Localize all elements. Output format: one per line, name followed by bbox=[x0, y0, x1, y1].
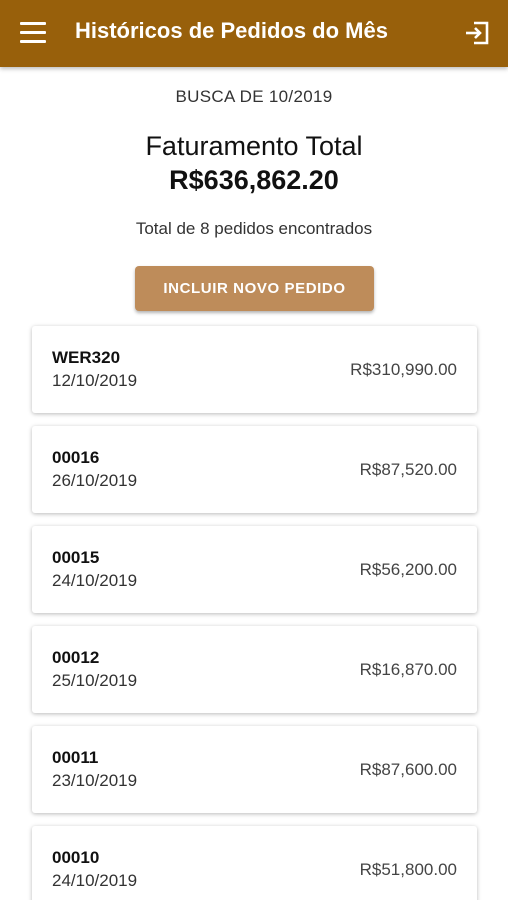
order-amount: R$87,600.00 bbox=[359, 760, 457, 779]
order-card[interactable]: 00010 24/10/2019 R$51,800.00 bbox=[32, 826, 477, 900]
page-title: Históricos de Pedidos do Mês bbox=[75, 18, 388, 43]
order-amount: R$87,520.00 bbox=[359, 460, 457, 479]
order-list: WER320 12/10/2019 R$310,990.00 00016 26/… bbox=[0, 326, 508, 900]
order-date: 12/10/2019 bbox=[52, 371, 138, 390]
order-amount: R$51,800.00 bbox=[359, 860, 457, 879]
order-date: 24/10/2019 bbox=[52, 871, 138, 890]
order-date: 25/10/2019 bbox=[52, 671, 138, 690]
order-amount: R$310,990.00 bbox=[350, 360, 457, 379]
order-code: 00011 bbox=[52, 748, 99, 767]
order-date: 26/10/2019 bbox=[52, 471, 138, 490]
order-code: 00016 bbox=[52, 448, 100, 467]
add-order-button[interactable]: INCLUIR NOVO PEDIDO bbox=[135, 266, 374, 311]
order-card[interactable]: 00011 23/10/2019 R$87,600.00 bbox=[32, 726, 477, 813]
order-amount: R$56,200.00 bbox=[359, 560, 457, 579]
order-code: 00012 bbox=[52, 648, 100, 667]
order-card[interactable]: 00016 26/10/2019 R$87,520.00 bbox=[32, 426, 477, 513]
order-amount: R$16,870.00 bbox=[359, 660, 457, 679]
total-revenue-value: R$636,862.20 bbox=[169, 165, 339, 195]
orders-count-label: Total de 8 pedidos encontrados bbox=[135, 219, 373, 238]
exit-icon[interactable] bbox=[463, 20, 491, 46]
order-card[interactable]: WER320 12/10/2019 R$310,990.00 bbox=[32, 326, 477, 413]
order-code: WER320 bbox=[52, 348, 121, 367]
order-date: 24/10/2019 bbox=[52, 571, 138, 590]
order-card[interactable]: 00012 25/10/2019 R$16,870.00 bbox=[32, 626, 477, 713]
app-bar: Históricos de Pedidos do Mês bbox=[0, 0, 508, 67]
order-code: 00015 bbox=[52, 548, 100, 567]
hamburger-menu-icon[interactable] bbox=[20, 22, 46, 44]
order-date: 23/10/2019 bbox=[52, 771, 138, 790]
order-code: 00010 bbox=[52, 848, 100, 867]
search-period-label: BUSCA DE 10/2019 bbox=[175, 87, 333, 106]
total-revenue-title: Faturamento Total bbox=[145, 131, 363, 161]
main-content: BUSCA DE 10/2019 Faturamento Total R$636… bbox=[0, 67, 508, 900]
order-card[interactable]: 00015 24/10/2019 R$56,200.00 bbox=[32, 526, 477, 613]
